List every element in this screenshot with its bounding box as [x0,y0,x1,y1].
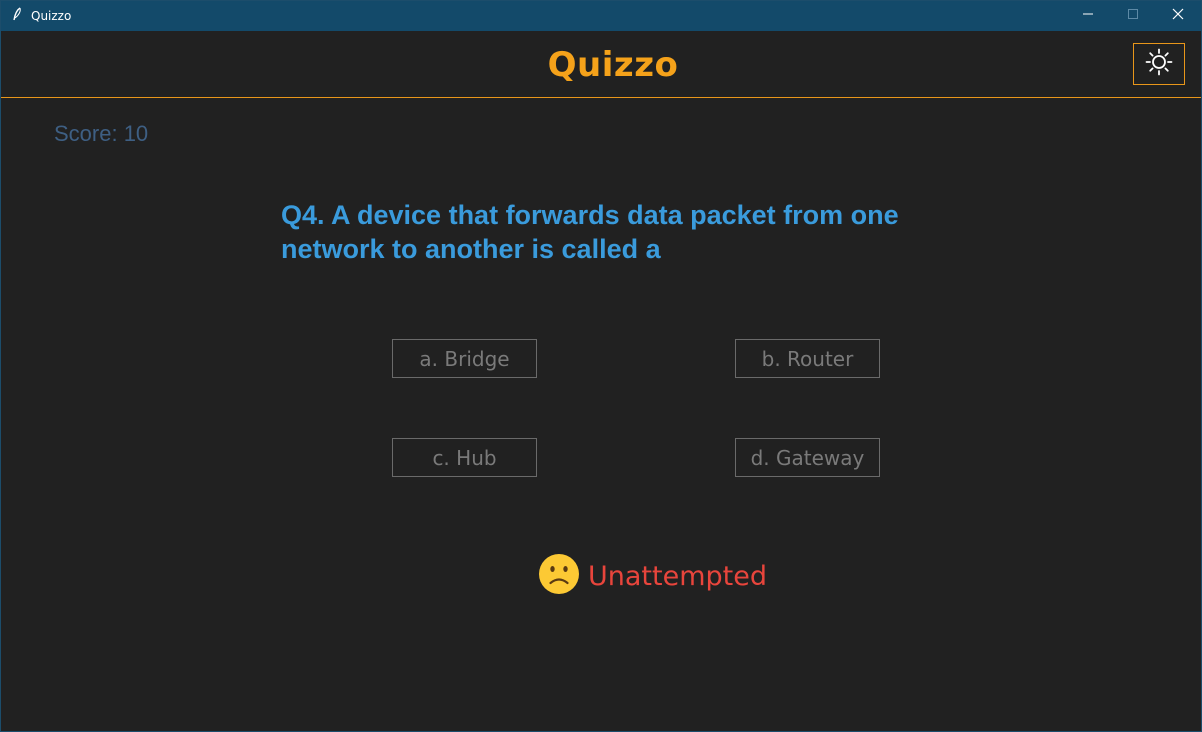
app-header: Quizzo [1,31,1201,98]
feather-icon [11,7,23,23]
theme-toggle-button[interactable] [1133,43,1185,85]
minimize-button[interactable] [1065,1,1111,31]
option-b-button[interactable]: b. Router [735,339,880,378]
title-bar[interactable]: Quizzo [1,1,1201,31]
close-icon [1172,7,1184,25]
sad-face-icon [538,553,580,600]
window-title: Quizzo [31,9,72,23]
score-label: Score: 10 [54,121,149,146]
option-a-button[interactable]: a. Bridge [392,339,537,378]
close-button[interactable] [1155,1,1201,31]
minimize-icon [1082,7,1094,25]
answer-status: Unattempted [538,553,767,600]
status-text: Unattempted [588,560,767,592]
app-heading: Quizzo [547,45,679,85]
sun-icon [1145,48,1173,81]
option-d-button[interactable]: d. Gateway [735,438,880,477]
maximize-button[interactable] [1110,1,1156,31]
maximize-icon [1127,7,1139,25]
option-c-button[interactable]: c. Hub [392,438,537,477]
question-text: Q4. A device that forwards data packet f… [281,200,899,264]
app-window: Quizzo Quizzo Score: 10 Q4. A device tha… [0,0,1202,732]
